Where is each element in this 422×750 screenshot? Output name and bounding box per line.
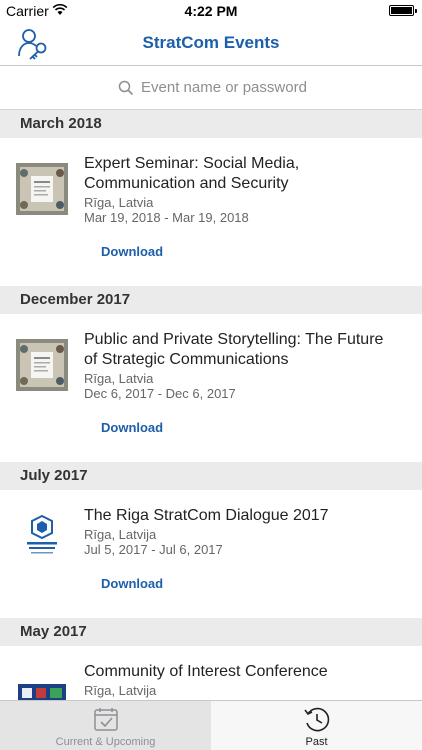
download-link[interactable]: Download — [101, 244, 163, 259]
tab-bar: Current & Upcoming Past — [0, 700, 422, 750]
search-input[interactable]: Event name or password — [141, 79, 307, 96]
tab-label: Past — [305, 736, 328, 748]
download-link[interactable]: Download — [101, 576, 163, 591]
section-header: July 2017 — [0, 462, 422, 490]
section-header: December 2017 — [0, 286, 422, 314]
event-thumbnail — [16, 510, 68, 562]
event-location: Rīga, Latvia — [84, 195, 154, 210]
calendar-check-icon — [94, 708, 118, 731]
event-thumbnail — [16, 163, 68, 215]
tab-past[interactable]: Past — [211, 701, 422, 750]
event-title: Public and Private Storytelling: The Fut… — [84, 331, 384, 368]
status-bar: Carrier 4:22 PM — [0, 0, 422, 22]
section-header: May 2017 — [0, 618, 422, 646]
event-dates: Dec 6, 2017 - Dec 6, 2017 — [84, 386, 236, 401]
download-link[interactable]: Download — [101, 420, 163, 435]
event-dates: Mar 19, 2018 - Mar 19, 2018 — [84, 210, 249, 225]
search-bar[interactable]: Event name or password — [0, 66, 422, 110]
tab-label: Current & Upcoming — [55, 736, 156, 748]
search-icon — [118, 80, 134, 96]
event-location: Rīga, Latvija — [84, 527, 157, 542]
event-thumbnail — [16, 339, 68, 391]
tab-current-upcoming[interactable]: Current & Upcoming — [0, 701, 211, 750]
events-list: March 2018 Expert Seminar: Social Media,… — [0, 110, 422, 700]
page-title: StratCom Events — [142, 33, 280, 52]
history-clock-icon — [304, 707, 330, 732]
status-time: 4:22 PM — [184, 3, 238, 19]
list-item[interactable]: Community of Interest Conference Rīga, L… — [0, 646, 422, 700]
event-title: Community of Interest Conference — [84, 663, 328, 680]
list-item[interactable]: Expert Seminar: Social Media, Communicat… — [0, 138, 422, 286]
event-title: Expert Seminar: Social Media, Communicat… — [84, 155, 300, 192]
event-dates: Jul 5, 2017 - Jul 6, 2017 — [84, 542, 223, 557]
list-item[interactable]: The Riga StratCom Dialogue 2017 Rīga, La… — [0, 490, 422, 618]
navigation-bar: StratCom Events — [0, 22, 422, 66]
event-title: The Riga StratCom Dialogue 2017 — [84, 507, 329, 524]
event-location: Rīga, Latvia — [84, 371, 154, 386]
section-header: March 2018 — [0, 110, 422, 138]
list-item[interactable]: Public and Private Storytelling: The Fut… — [0, 314, 422, 462]
battery-icon — [389, 5, 417, 16]
event-thumbnail — [16, 678, 68, 700]
event-location: Rīga, Latvija — [84, 683, 157, 698]
